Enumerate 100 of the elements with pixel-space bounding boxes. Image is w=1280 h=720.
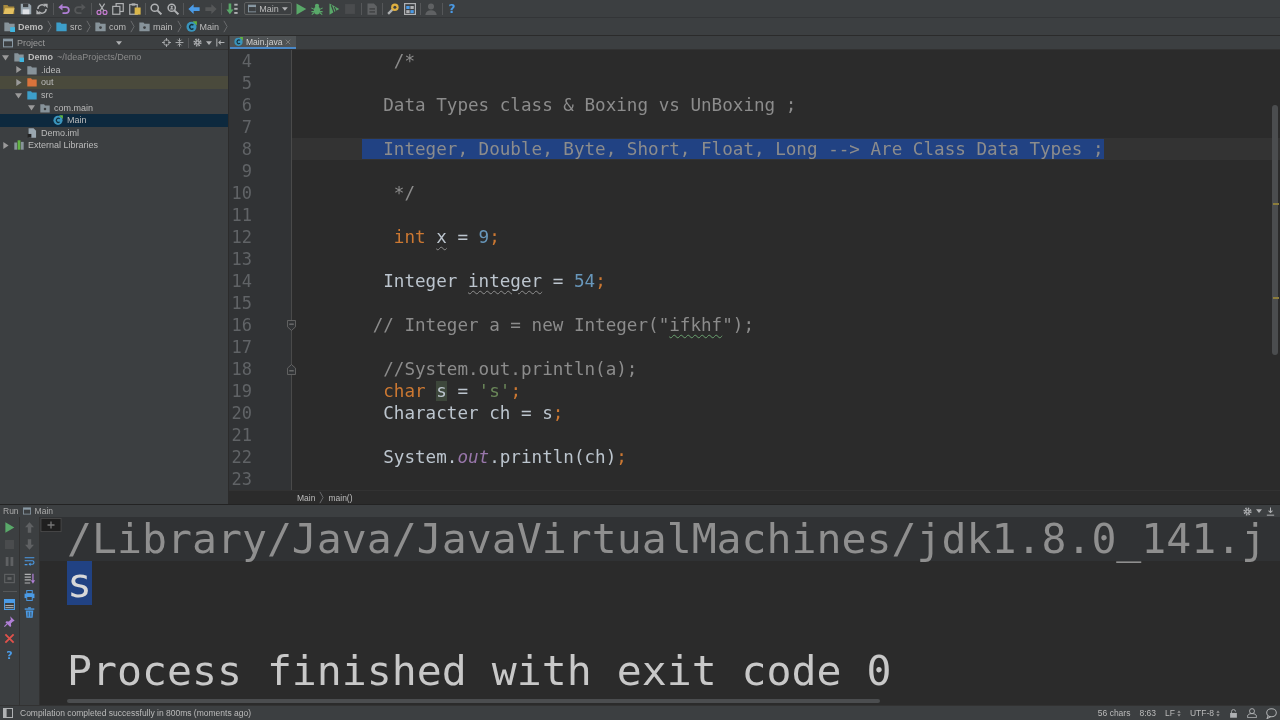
view-selector[interactable]: Project [17, 37, 45, 48]
window-icon [22, 507, 31, 515]
fold-marker-icon[interactable] [40, 518, 62, 532]
caret-icon [281, 6, 288, 11]
wrap-icon[interactable] [24, 556, 35, 567]
fold-marker-icon[interactable] [287, 363, 296, 375]
code-line: Integer integer = 54; [383, 271, 606, 291]
paste-icon[interactable] [128, 2, 141, 15]
breadcrumb-item[interactable]: main() [328, 492, 353, 503]
close-icon[interactable] [285, 38, 292, 45]
run-icon[interactable] [4, 522, 15, 533]
run-icon[interactable] [294, 2, 307, 15]
copy-icon[interactable] [112, 2, 125, 15]
tree-item[interactable]: Demo ~/IdeaProjects/Demo [0, 51, 145, 64]
disclosure-arrow-icon[interactable] [15, 79, 22, 86]
code-line: Data Types class & Boxing vs UnBoxing ; [383, 95, 797, 115]
minimize-icon[interactable] [1266, 506, 1275, 516]
module-folder-icon [14, 52, 24, 63]
layout-icon[interactable] [4, 599, 15, 610]
gear-icon[interactable] [193, 38, 202, 47]
pin-icon[interactable] [4, 616, 15, 627]
disclosure-arrow-icon[interactable] [2, 141, 9, 149]
print-icon[interactable] [24, 590, 35, 601]
disclosure-arrow-icon[interactable] [28, 104, 35, 112]
breadcrumb-item[interactable]: com [94, 21, 128, 32]
folder-icon [27, 90, 37, 101]
disclosure-arrow-icon[interactable] [2, 53, 9, 61]
gear-icon[interactable] [1243, 506, 1252, 516]
class-icon [185, 21, 197, 32]
breadcrumb-item[interactable]: Main [184, 21, 221, 32]
back-arrow-icon[interactable] [188, 2, 201, 15]
down-arrow-bars-icon[interactable] [226, 2, 239, 15]
open-folder-icon[interactable] [3, 2, 16, 15]
disclosure-arrow-icon[interactable] [15, 91, 22, 99]
save-icon[interactable] [19, 2, 32, 15]
key-icon[interactable] [387, 2, 400, 15]
class-icon [53, 115, 63, 126]
tree-item[interactable]: Main [0, 113, 228, 127]
lock-icon[interactable] [1229, 708, 1238, 718]
line-separator-selector[interactable]: LF [1165, 708, 1181, 718]
package-folder-icon [95, 21, 106, 32]
trash-icon[interactable] [24, 607, 35, 618]
caret-icon[interactable] [1256, 509, 1262, 513]
caret-icon[interactable] [116, 40, 122, 45]
scrollbar-thumb[interactable] [67, 699, 880, 703]
updown-caret-icon[interactable] [1216, 709, 1220, 717]
console-line: /Library/Java/JavaVirtualMachines/jdk1.8.0_141.j [67, 517, 1267, 561]
breadcrumb-item[interactable]: Main [297, 492, 316, 503]
tree-item[interactable]: External Libraries [0, 139, 102, 152]
bug-icon[interactable] [311, 2, 324, 15]
caret-position[interactable]: 8:63 [1139, 708, 1156, 718]
crosshair-icon[interactable] [162, 38, 171, 47]
tree-item[interactable]: Demo.iml [0, 126, 82, 140]
sync-icon[interactable] [36, 2, 49, 15]
cut-icon[interactable] [95, 2, 108, 15]
package-folder-icon [139, 21, 151, 32]
grid-icon[interactable] [403, 2, 416, 15]
speech-bubble-icon[interactable] [1266, 707, 1277, 719]
person-outline-icon[interactable] [1247, 708, 1257, 718]
code-line: // Integer a = new Integer("ifkhf"); [372, 315, 754, 335]
window-icon [247, 4, 257, 13]
breadcrumb-item[interactable]: main [138, 21, 174, 32]
folder-icon [27, 64, 37, 75]
undo-icon[interactable] [57, 2, 70, 15]
run-tab[interactable]: Main [34, 506, 54, 516]
help-button[interactable]: ? [6, 650, 13, 662]
caret-icon[interactable] [206, 40, 212, 45]
chevron-icon [223, 20, 229, 33]
close-icon[interactable] [4, 633, 15, 644]
package-folder-icon [40, 102, 50, 113]
updown-caret-icon[interactable] [1176, 709, 1181, 717]
hide-icon[interactable] [216, 38, 225, 47]
folder-icon [27, 77, 37, 88]
disclosure-arrow-icon[interactable] [15, 66, 22, 74]
code-line: Character ch = s; [383, 403, 564, 423]
tree-item[interactable]: .idea [0, 63, 64, 77]
help-button[interactable]: ? [445, 1, 459, 16]
tree-item[interactable]: out [0, 76, 228, 89]
module-folder-icon [4, 21, 15, 32]
chevron-icon [47, 20, 52, 33]
console-line: Process finished with exit code 0 [67, 649, 892, 693]
scroll-end-icon[interactable] [24, 573, 35, 584]
striped-play-icon[interactable] [327, 2, 340, 15]
chevron-icon [86, 20, 91, 33]
search-icon[interactable] [150, 2, 163, 15]
tree-item[interactable]: src [0, 88, 56, 102]
collapse-icon[interactable] [175, 38, 184, 47]
editor-tab[interactable]: Main.java [230, 36, 297, 49]
panel-toggle-icon[interactable] [3, 708, 13, 718]
breadcrumb-item[interactable]: Demo [3, 21, 44, 32]
status-message: Compilation completed successfully in 800ms (moments ago) [20, 708, 252, 718]
chevron-icon [176, 20, 182, 33]
tree-item[interactable]: com.main [0, 101, 96, 114]
run-config-dropdown[interactable]: Main [243, 2, 292, 15]
magnifier-person-icon[interactable] [166, 2, 179, 15]
encoding-selector[interactable]: UTF-8 [1189, 708, 1220, 718]
code-line: /* [393, 51, 416, 71]
fold-marker-icon[interactable] [287, 319, 296, 331]
breadcrumb-item[interactable]: src [55, 21, 83, 32]
code-line: int x = 9; [393, 227, 500, 247]
